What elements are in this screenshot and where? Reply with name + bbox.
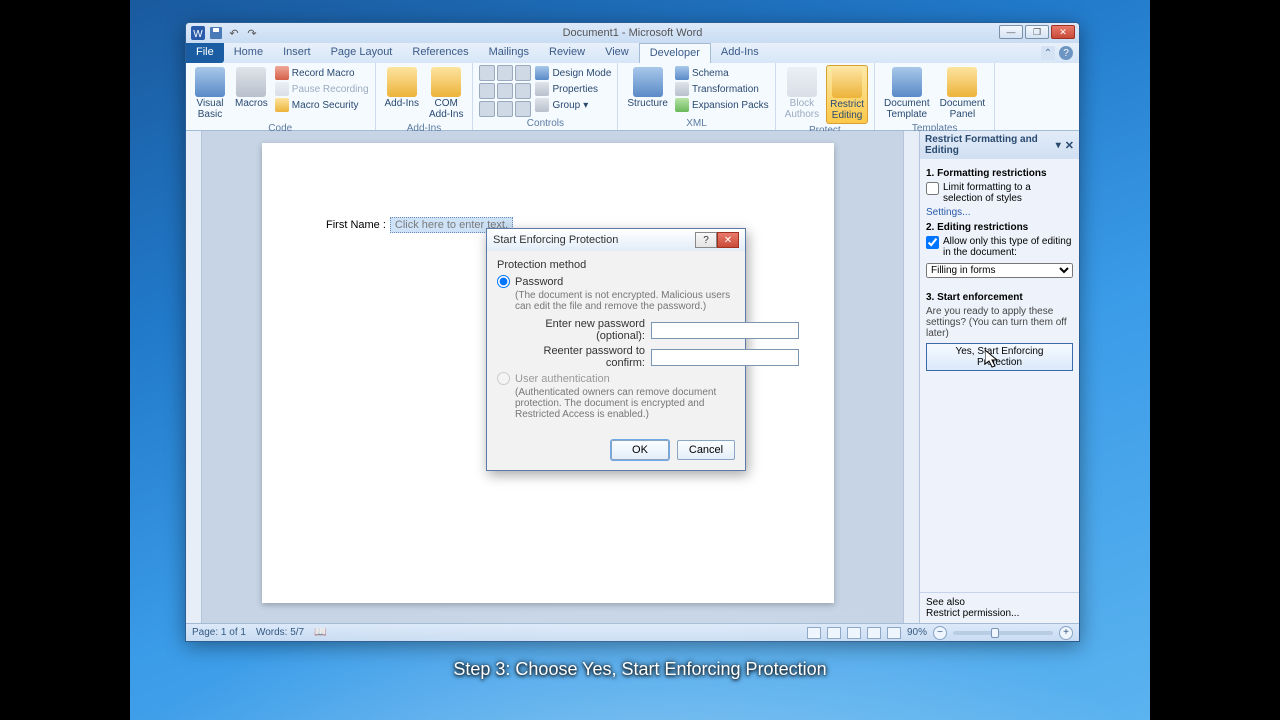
tab-references[interactable]: References [402, 43, 478, 63]
status-page[interactable]: Page: 1 of 1 [192, 627, 246, 638]
section-3-title: 3. Start enforcement [926, 292, 1073, 303]
ribbon: Visual Basic Macros Record Macro Pause R… [186, 63, 1079, 131]
enter-password-label: Enter new password (optional): [515, 318, 645, 342]
pane-title: Restrict Formatting and Editing [925, 134, 1056, 156]
dialog-close-button[interactable]: ✕ [717, 232, 739, 248]
proofing-icon[interactable]: 📖 [314, 627, 326, 638]
dialog-help-button[interactable]: ? [695, 232, 717, 248]
tab-mailings[interactable]: Mailings [479, 43, 539, 63]
restrict-editing-button[interactable]: Restrict Editing [826, 65, 868, 124]
addins-button[interactable]: Add-Ins [382, 65, 422, 111]
reenter-password-input[interactable] [651, 349, 799, 366]
group-controls: Controls [479, 117, 611, 130]
ribbon-tabs: File Home Insert Page Layout References … [186, 43, 1079, 63]
pane-dropdown-icon[interactable]: ▾ [1056, 140, 1061, 151]
com-addins-button[interactable]: COM Add-Ins [426, 65, 466, 122]
save-icon[interactable] [208, 25, 224, 41]
field-label: First Name : [326, 219, 386, 231]
statusbar: Page: 1 of 1 Words: 5/7 📖 90% − + [186, 623, 1079, 641]
enforce-help-text: Are you ready to apply these settings? (… [926, 306, 1073, 339]
block-authors-button[interactable]: Block Authors [782, 65, 822, 122]
section-2-title: 2. Editing restrictions [926, 222, 1073, 233]
tab-home[interactable]: Home [224, 43, 273, 63]
tab-page-layout[interactable]: Page Layout [321, 43, 403, 63]
ok-button[interactable]: OK [611, 440, 669, 460]
tab-view[interactable]: View [595, 43, 639, 63]
limit-formatting-checkbox[interactable]: Limit formatting to a selection of style… [926, 182, 1073, 204]
pane-close-icon[interactable]: ✕ [1065, 139, 1074, 152]
minimize-button[interactable]: — [999, 25, 1023, 39]
design-mode-button[interactable]: Design Mode [535, 65, 611, 81]
svg-text:W: W [193, 29, 203, 40]
document-panel-button[interactable]: Document Panel [937, 65, 989, 122]
tab-file[interactable]: File [186, 43, 224, 63]
controls-gallery[interactable] [479, 65, 531, 117]
help-icon[interactable]: ? [1059, 46, 1073, 60]
start-enforcing-button[interactable]: Yes, Start Enforcing Protection [926, 343, 1073, 371]
view-web-layout[interactable] [847, 627, 861, 639]
restrict-editing-pane: Restrict Formatting and Editing ▾ ✕ 1. F… [919, 131, 1079, 623]
tutorial-caption: Step 3: Choose Yes, Start Enforcing Prot… [130, 659, 1150, 680]
minimize-ribbon-icon[interactable]: ⌃ [1041, 46, 1055, 60]
transformation-button[interactable]: Transformation [675, 81, 769, 97]
macros-button[interactable]: Macros [232, 65, 271, 111]
start-enforcing-protection-dialog: Start Enforcing Protection ? ✕ Protectio… [486, 228, 746, 471]
zoom-slider[interactable] [953, 631, 1053, 635]
tab-review[interactable]: Review [539, 43, 595, 63]
group-xml: XML [624, 117, 768, 130]
view-draft[interactable] [887, 627, 901, 639]
word-icon: W [190, 25, 206, 41]
view-full-screen[interactable] [827, 627, 841, 639]
macro-security-button[interactable]: Macro Security [275, 97, 369, 113]
tab-insert[interactable]: Insert [273, 43, 321, 63]
user-auth-radio: User authentication [497, 372, 735, 385]
see-also-title: See also [926, 597, 1073, 608]
password-radio[interactable]: Password [497, 275, 735, 288]
protection-method-label: Protection method [497, 259, 735, 271]
vertical-scrollbar[interactable] [903, 131, 919, 623]
view-print-layout[interactable] [807, 627, 821, 639]
settings-link[interactable]: Settings... [926, 207, 1073, 218]
section-1-title: 1. Formatting restrictions [926, 168, 1073, 179]
zoom-in-button[interactable]: + [1059, 626, 1073, 640]
restrict-permission-link[interactable]: Restrict permission... [926, 608, 1073, 619]
allow-editing-checkbox[interactable]: Allow only this type of editing in the d… [926, 236, 1073, 258]
properties-button[interactable]: Properties [535, 81, 611, 97]
reenter-password-label: Reenter password to confirm: [515, 345, 645, 369]
dialog-title: Start Enforcing Protection [493, 234, 618, 246]
tab-developer[interactable]: Developer [639, 43, 711, 63]
pause-recording-button[interactable]: Pause Recording [275, 81, 369, 97]
visual-basic-button[interactable]: Visual Basic [192, 65, 228, 122]
titlebar: W ↶ ↷ Document1 - Microsoft Word — ❐ ✕ [186, 23, 1079, 43]
editing-type-select[interactable]: Filling in forms [926, 263, 1073, 278]
enter-password-input[interactable] [651, 322, 799, 339]
close-button[interactable]: ✕ [1051, 25, 1075, 39]
vertical-ruler [186, 131, 202, 623]
schema-button[interactable]: Schema [675, 65, 769, 81]
redo-icon[interactable]: ↷ [244, 25, 260, 41]
undo-icon[interactable]: ↶ [226, 25, 242, 41]
maximize-button[interactable]: ❐ [1025, 25, 1049, 39]
password-note: (The document is not encrypted. Maliciou… [515, 290, 735, 312]
group-button[interactable]: Group ▾ [535, 97, 611, 113]
status-words[interactable]: Words: 5/7 [256, 627, 304, 638]
document-template-button[interactable]: Document Template [881, 65, 933, 122]
view-outline[interactable] [867, 627, 881, 639]
zoom-level[interactable]: 90% [907, 627, 927, 638]
cancel-button[interactable]: Cancel [677, 440, 735, 460]
user-auth-note: (Authenticated owners can remove documen… [515, 387, 735, 420]
record-macro-button[interactable]: Record Macro [275, 65, 369, 81]
window-title: Document1 - Microsoft Word [186, 27, 1079, 39]
expansion-packs-button[interactable]: Expansion Packs [675, 97, 769, 113]
structure-button[interactable]: Structure [624, 65, 671, 111]
zoom-out-button[interactable]: − [933, 626, 947, 640]
tab-addins[interactable]: Add-Ins [711, 43, 769, 63]
